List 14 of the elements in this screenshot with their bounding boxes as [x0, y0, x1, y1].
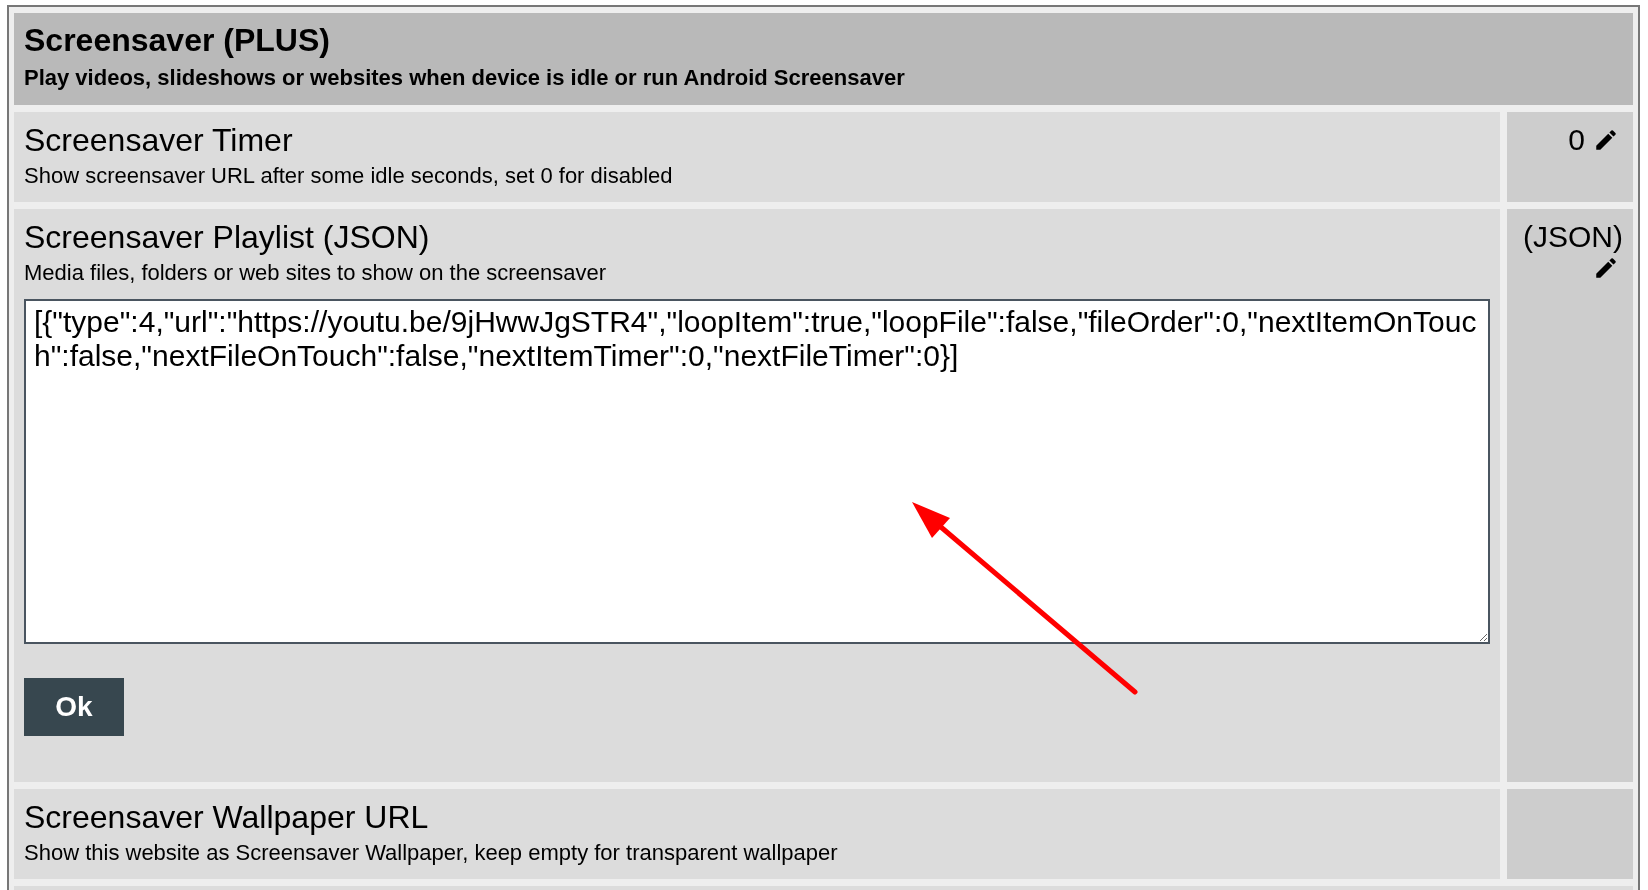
setting-description: Media files, folders or web sites to show on the screensaver	[24, 259, 608, 287]
setting-description: Show screensaver URL after some idle seconds, set 0 for disabled	[24, 162, 674, 190]
setting-description: Show this website as Screensaver Wallpaper, keep empty for transparent wallpaper	[24, 839, 839, 867]
setting-value: 0	[1568, 122, 1585, 158]
pencil-icon[interactable]	[1593, 127, 1619, 153]
section-title: Screensaver (PLUS)	[24, 21, 331, 59]
setting-title: Screensaver Playlist (JSON)	[24, 218, 431, 257]
setting-title: Screensaver Wallpaper URL	[24, 798, 430, 837]
ok-button[interactable]: Ok	[24, 678, 124, 736]
setting-value: (JSON)	[1523, 219, 1623, 255]
pencil-icon[interactable]	[1593, 255, 1619, 281]
setting-title: Screensaver Timer	[24, 121, 294, 160]
json-editor-field[interactable]: [{"type":4,"url":"https://youtu.be/9jHwwJgSTR4","loopItem":true,"loopFile":false,"fileOrder":0,"nextItemOnTouch":false,"nextFileOnTouch":false,"nextItemTimer":0,"nextFileTimer":0}]	[24, 299, 1490, 644]
section-subtitle: Play videos, slideshows or websites when device is idle or run Android Screensaver	[24, 64, 906, 92]
